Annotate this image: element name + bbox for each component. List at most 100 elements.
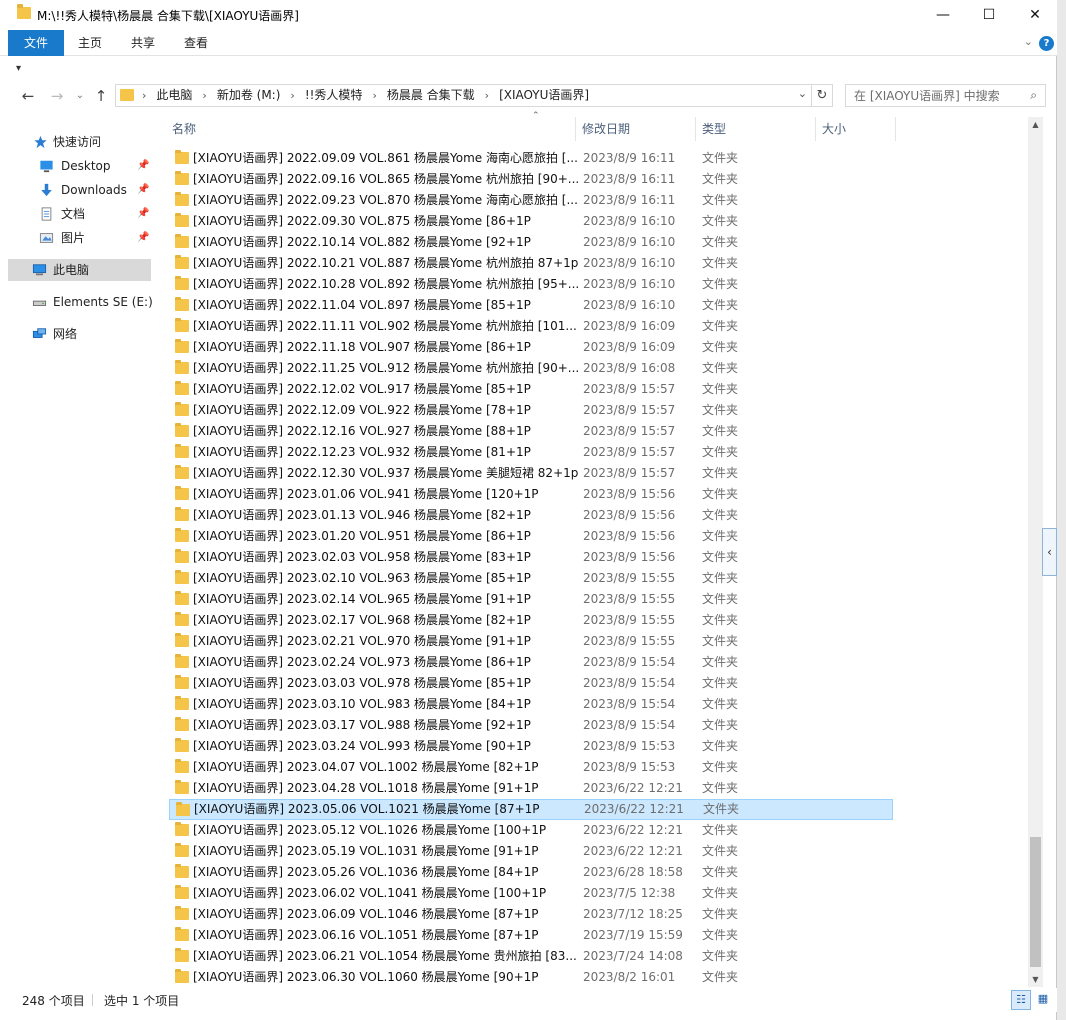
breadcrumb-drive-m[interactable]: 新加卷 (M:) — [217, 88, 281, 102]
file-type: 文件夹 — [702, 193, 739, 207]
quick-access-toolbar-dropdown-icon[interactable]: ▾ — [16, 63, 21, 74]
pin-icon[interactable]: 📌 — [137, 179, 149, 201]
sidebar-item-network[interactable]: 网络 — [0, 323, 152, 345]
tab-file[interactable]: 文件 — [8, 30, 64, 56]
pin-icon[interactable]: 📌 — [137, 155, 149, 177]
breadcrumb-separator[interactable]: › — [485, 89, 489, 102]
sidebar-item-this-pc[interactable]: 此电脑 — [8, 259, 151, 281]
list-item[interactable]: [XIAOYU语画界] 2023.02.14 VOL.965 杨晨晨Yome [… — [169, 589, 893, 610]
minimize-button[interactable]: — — [920, 0, 966, 30]
list-item[interactable]: [XIAOYU语画界] 2023.03.17 VOL.988 杨晨晨Yome [… — [169, 715, 893, 736]
list-item[interactable]: [XIAOYU语画界] 2023.03.10 VOL.983 杨晨晨Yome [… — [169, 694, 893, 715]
list-item[interactable]: [XIAOYU语画界] 2022.12.23 VOL.932 杨晨晨Yome [… — [169, 442, 893, 463]
list-item[interactable]: [XIAOYU语画界] 2022.10.21 VOL.887 杨晨晨Yome 杭… — [169, 253, 893, 274]
column-date-modified[interactable]: 修改日期 — [576, 117, 696, 141]
file-name: [XIAOYU语画界] 2022.10.28 VOL.892 杨晨晨Yome 杭… — [193, 277, 579, 291]
tab-view[interactable]: 查看 — [172, 30, 220, 56]
list-item[interactable]: [XIAOYU语画界] 2023.02.10 VOL.963 杨晨晨Yome [… — [169, 568, 893, 589]
address-dropdown-icon[interactable]: ⌄ — [798, 87, 807, 100]
tab-share[interactable]: 共享 — [120, 30, 166, 56]
breadcrumb-collection[interactable]: 杨晨晨 合集下载 — [387, 88, 475, 102]
up-button[interactable]: ↑ — [91, 86, 111, 106]
list-item[interactable]: [XIAOYU语画界] 2022.12.02 VOL.917 杨晨晨Yome [… — [169, 379, 893, 400]
list-item[interactable]: [XIAOYU语画界] 2023.06.30 VOL.1060 杨晨晨Yome … — [169, 967, 893, 987]
scrollbar-thumb[interactable] — [1030, 837, 1041, 967]
forward-button[interactable]: → — [47, 86, 67, 106]
list-item[interactable]: [XIAOYU语画界] 2023.02.24 VOL.973 杨晨晨Yome [… — [169, 652, 893, 673]
list-item[interactable]: [XIAOYU语画界] 2022.11.25 VOL.912 杨晨晨Yome 杭… — [169, 358, 893, 379]
list-item[interactable]: [XIAOYU语画界] 2023.02.21 VOL.970 杨晨晨Yome [… — [169, 631, 893, 652]
list-item[interactable]: [XIAOYU语画界] 2023.02.17 VOL.968 杨晨晨Yome [… — [169, 610, 893, 631]
list-item[interactable]: [XIAOYU语画界] 2023.03.24 VOL.993 杨晨晨Yome [… — [169, 736, 893, 757]
search-icon[interactable]: ⌕ — [1030, 88, 1037, 103]
preview-pane-handle[interactable]: ‹ — [1042, 528, 1057, 576]
list-item[interactable]: [XIAOYU语画界] 2023.01.20 VOL.951 杨晨晨Yome [… — [169, 526, 893, 547]
vertical-scrollbar[interactable]: ▲ ▼ — [1028, 117, 1043, 987]
search-box[interactable]: ⌕ — [845, 84, 1046, 107]
list-item[interactable]: [XIAOYU语画界] 2022.09.23 VOL.870 杨晨晨Yome 海… — [169, 190, 893, 211]
column-type[interactable]: 类型 — [696, 117, 816, 141]
list-item[interactable]: [XIAOYU语画界] 2023.05.06 VOL.1021 杨晨晨Yome … — [169, 799, 893, 820]
list-item[interactable]: [XIAOYU语画界] 2023.01.13 VOL.946 杨晨晨Yome [… — [169, 505, 893, 526]
list-item[interactable]: [XIAOYU语画界] 2023.01.06 VOL.941 杨晨晨Yome [… — [169, 484, 893, 505]
list-item[interactable]: [XIAOYU语画界] 2023.05.12 VOL.1026 杨晨晨Yome … — [169, 820, 893, 841]
sidebar-item-documents[interactable]: 文档 📌 — [0, 203, 152, 225]
list-item[interactable]: [XIAOYU语画界] 2022.10.28 VOL.892 杨晨晨Yome 杭… — [169, 274, 893, 295]
breadcrumb-separator[interactable]: › — [290, 89, 294, 102]
maximize-button[interactable]: ☐ — [966, 0, 1012, 30]
list-item[interactable]: [XIAOYU语画界] 2023.05.19 VOL.1031 杨晨晨Yome … — [169, 841, 893, 862]
list-item[interactable]: [XIAOYU语画界] 2022.11.04 VOL.897 杨晨晨Yome [… — [169, 295, 893, 316]
pin-icon[interactable]: 📌 — [137, 227, 149, 249]
column-size[interactable]: 大小 — [816, 117, 896, 141]
list-item[interactable]: [XIAOYU语画界] 2022.12.30 VOL.937 杨晨晨Yome 美… — [169, 463, 893, 484]
search-input[interactable] — [854, 85, 1024, 106]
breadcrumb-separator[interactable]: › — [142, 89, 146, 102]
list-item[interactable]: [XIAOYU语画界] 2023.06.21 VOL.1054 杨晨晨Yome … — [169, 946, 893, 967]
refresh-button[interactable]: ↻ — [812, 84, 833, 107]
large-icons-view-icon[interactable]: ▦ — [1033, 990, 1053, 1010]
details-view-icon[interactable]: ☷ — [1011, 990, 1031, 1010]
list-item[interactable]: [XIAOYU语画界] 2023.06.09 VOL.1046 杨晨晨Yome … — [169, 904, 893, 925]
sidebar-item-downloads[interactable]: Downloads 📌 — [0, 179, 152, 201]
column-name[interactable]: 名称 — [166, 117, 576, 141]
address-bar[interactable]: › 此电脑 › 新加卷 (M:) › !!秀人模特 › 杨晨晨 合集下载 › [XIAOYU语画界… — [115, 84, 812, 107]
list-item[interactable]: [XIAOYU语画界] 2022.09.30 VOL.875 杨晨晨Yome [… — [169, 211, 893, 232]
breadcrumb-models[interactable]: !!秀人模特 — [305, 88, 363, 102]
list-item[interactable]: [XIAOYU语画界] 2022.09.09 VOL.861 杨晨晨Yome 海… — [169, 148, 893, 169]
breadcrumb-separator[interactable]: › — [202, 89, 206, 102]
list-item[interactable]: [XIAOYU语画界] 2022.10.14 VOL.882 杨晨晨Yome [… — [169, 232, 893, 253]
list-item[interactable]: [XIAOYU语画界] 2022.11.18 VOL.907 杨晨晨Yome [… — [169, 337, 893, 358]
tab-home[interactable]: 主页 — [66, 30, 114, 56]
scroll-up-button[interactable]: ▲ — [1028, 117, 1043, 132]
list-item[interactable]: [XIAOYU语画界] 2022.12.16 VOL.927 杨晨晨Yome [… — [169, 421, 893, 442]
breadcrumb-this-pc[interactable]: 此电脑 — [156, 88, 192, 102]
list-item[interactable]: [XIAOYU语画界] 2022.12.09 VOL.922 杨晨晨Yome [… — [169, 400, 893, 421]
file-name: [XIAOYU语画界] 2022.11.04 VOL.897 杨晨晨Yome [… — [193, 298, 531, 312]
list-item[interactable]: [XIAOYU语画界] 2022.11.11 VOL.902 杨晨晨Yome 杭… — [169, 316, 893, 337]
sidebar-item-label: 文档 — [61, 207, 86, 221]
close-button[interactable]: ✕ — [1012, 0, 1058, 30]
list-item[interactable]: [XIAOYU语画界] 2023.04.28 VOL.1018 杨晨晨Yome … — [169, 778, 893, 799]
help-icon[interactable]: ? — [1039, 36, 1054, 51]
list-item[interactable]: [XIAOYU语画界] 2023.06.02 VOL.1041 杨晨晨Yome … — [169, 883, 893, 904]
folder-icon — [175, 696, 189, 710]
list-item[interactable]: [XIAOYU语画界] 2023.05.26 VOL.1036 杨晨晨Yome … — [169, 862, 893, 883]
sidebar-item-elements-drive[interactable]: Elements SE (E:) — [0, 291, 153, 313]
list-item[interactable]: [XIAOYU语画界] 2023.02.03 VOL.958 杨晨晨Yome [… — [169, 547, 893, 568]
sidebar-item-quick-access[interactable]: 快速访问 — [0, 131, 152, 153]
recent-locations-button[interactable]: ⌄ — [70, 86, 90, 106]
scroll-down-button[interactable]: ▼ — [1028, 972, 1043, 987]
folder-icon — [175, 276, 189, 290]
pin-icon[interactable]: 📌 — [137, 203, 149, 225]
sidebar-item-pictures[interactable]: 图片 📌 — [0, 227, 152, 249]
list-item[interactable]: [XIAOYU语画界] 2023.04.07 VOL.1002 杨晨晨Yome … — [169, 757, 893, 778]
list-item[interactable]: [XIAOYU语画界] 2022.09.16 VOL.865 杨晨晨Yome 杭… — [169, 169, 893, 190]
sidebar-item-desktop[interactable]: Desktop 📌 — [0, 155, 152, 177]
back-button[interactable]: ← — [18, 86, 38, 106]
breadcrumb-separator[interactable]: › — [372, 89, 376, 102]
list-item[interactable]: [XIAOYU语画界] 2023.06.16 VOL.1051 杨晨晨Yome … — [169, 925, 893, 946]
file-date: 2023/8/9 15:56 — [583, 487, 676, 501]
list-item[interactable]: [XIAOYU语画界] 2023.03.03 VOL.978 杨晨晨Yome [… — [169, 673, 893, 694]
breadcrumb-current[interactable]: [XIAOYU语画界] — [499, 88, 589, 102]
ribbon-expand-chevron-icon[interactable]: ⌄ — [1024, 35, 1033, 48]
